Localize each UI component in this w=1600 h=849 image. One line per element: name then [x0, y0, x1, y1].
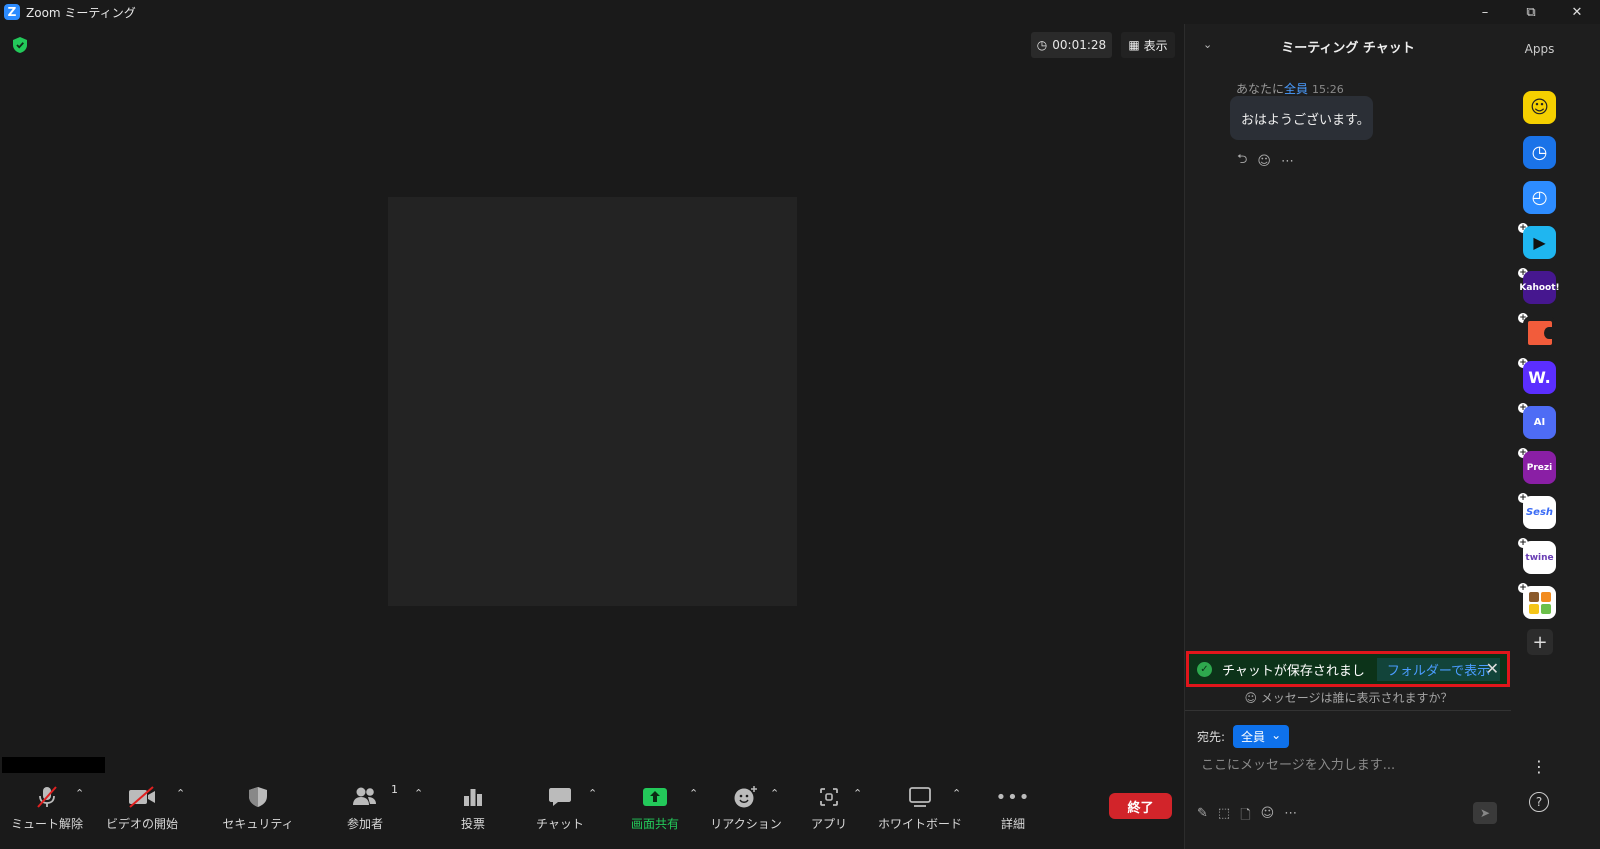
participants-icon	[353, 787, 376, 805]
chat-button[interactable]: チャット	[536, 781, 584, 841]
person-visibility-icon: ☺	[1244, 691, 1257, 705]
security-button[interactable]: セキュリティ	[222, 781, 294, 841]
chat-options-chevron-icon[interactable]: ⌃	[588, 787, 597, 800]
restore-icon[interactable]: ⧉	[1508, 0, 1554, 24]
minimize-icon[interactable]: –	[1462, 0, 1508, 24]
show-in-folder-link[interactable]: フォルダーで表示	[1376, 657, 1501, 681]
recipient-label: 宛先:	[1197, 730, 1226, 744]
app-coda-icon[interactable]	[1523, 316, 1556, 349]
share-screen-button[interactable]: 画面共有	[626, 781, 684, 841]
polls-button[interactable]: 投票	[450, 781, 496, 841]
chat-message-bubble[interactable]: おはようございます。	[1230, 96, 1373, 140]
app-twine-icon[interactable]: twine	[1523, 541, 1556, 574]
whiteboard-options-chevron-icon[interactable]: ⌃	[952, 787, 961, 800]
add-reaction-icon[interactable]: ☺	[1257, 154, 1271, 169]
chat-collapse-chevron-icon[interactable]: ⌄	[1203, 38, 1212, 51]
apps-icon	[820, 788, 838, 806]
video-options-chevron-icon[interactable]: ⌃	[176, 787, 185, 800]
apps-rail-title[interactable]: Apps	[1511, 42, 1568, 56]
view-button[interactable]: ▦ 表示	[1121, 32, 1175, 58]
meeting-chat-panel: ⌄ ミーティング チャット あなたに全員 15:26 おはようございます。 ⮌ ☺…	[1184, 24, 1512, 849]
window-title: Zoom ミーティング	[26, 5, 136, 20]
reactions-options-chevron-icon[interactable]: ⌃	[770, 787, 779, 800]
clock-icon: ◷	[1036, 38, 1048, 52]
timer-value: 00:01:28	[1052, 38, 1107, 52]
mic-muted-icon	[37, 786, 57, 808]
app-flip-icon[interactable]: ▶	[1523, 226, 1556, 259]
zoom-logo-icon: Z	[4, 4, 20, 20]
encryption-shield-icon[interactable]	[12, 36, 28, 54]
app-stopwatch-icon[interactable]: ◴	[1523, 181, 1556, 214]
share-screen-icon	[643, 788, 667, 806]
app-sesh-icon[interactable]: Sesh	[1523, 496, 1556, 529]
rail-more-icon[interactable]: ⋮	[1531, 757, 1547, 776]
message-time: 15:26	[1312, 83, 1344, 96]
who-can-see-link[interactable]: ☺ メッセージは誰に表示されますか？	[1185, 689, 1512, 706]
unmute-button[interactable]: ミュート解除	[11, 781, 83, 841]
divider	[1185, 710, 1512, 711]
compose-more-icon[interactable]: ⋯	[1284, 806, 1297, 828]
app-wooclap-icon[interactable]: W.	[1523, 361, 1556, 394]
close-icon[interactable]: ✕	[1554, 0, 1600, 24]
video-tile[interactable]	[388, 197, 797, 606]
title-bar: Z Zoom ミーティング – ⧉ ✕	[0, 0, 1600, 24]
chat-title: ミーティング チャット	[1281, 40, 1415, 56]
video-stage: ◷ 00:01:28 ▦ 表示	[0, 24, 1184, 780]
screenshot-icon[interactable]: ⬚	[1218, 806, 1230, 828]
app-ai-companion-icon[interactable]: AI	[1523, 406, 1556, 439]
emoji-icon[interactable]: ☺	[1261, 806, 1275, 828]
message-actions: ⮌ ☺ ⋯	[1237, 150, 1294, 172]
more-button[interactable]: ••• 詳細	[990, 781, 1036, 841]
app-blocks-icon[interactable]	[1523, 586, 1556, 619]
format-icon[interactable]: ✎	[1197, 806, 1208, 828]
message-recipient[interactable]: 全員	[1284, 82, 1308, 96]
send-icon: ➤	[1479, 806, 1491, 820]
recipient-row: 宛先: 全員 ⌄	[1197, 725, 1290, 748]
chat-bubble-icon	[549, 788, 571, 806]
participants-options-chevron-icon[interactable]: ⌃	[414, 787, 423, 800]
chat-header: ⌄ ミーティング チャット	[1185, 24, 1511, 68]
message-meta: あなたに全員 15:26	[1236, 82, 1344, 96]
whiteboard-icon	[909, 787, 931, 807]
app-prezi-icon[interactable]: Prezi	[1523, 451, 1556, 484]
message-input[interactable]: ここにメッセージを入力します...	[1201, 754, 1395, 773]
file-icon[interactable]: 🗋	[1240, 806, 1250, 828]
reaction-smile-icon	[734, 786, 757, 808]
toast-text: チャットが保存されまし	[1222, 663, 1365, 679]
app-timer-icon[interactable]: ◷	[1523, 136, 1556, 169]
share-options-chevron-icon[interactable]: ⌃	[689, 787, 698, 800]
end-meeting-button[interactable]: 終了	[1109, 793, 1172, 819]
add-app-button[interactable]: +	[1527, 629, 1553, 655]
video-off-icon	[129, 786, 155, 808]
toast-close-icon[interactable]: ✕	[1486, 659, 1499, 678]
help-icon[interactable]: ?	[1529, 792, 1549, 812]
message-more-icon[interactable]: ⋯	[1281, 154, 1294, 169]
meeting-toolbar: ミュート解除 ⌃ ビデオの開始 ⌃ セキュリティ 1 参加者 ⌃ 投票 チャット…	[0, 773, 1184, 849]
compose-toolbar: ✎ ⬚ 🗋 ☺ ⋯	[1197, 806, 1297, 828]
chat-saved-toast: ✓ チャットが保存されまし フォルダーで表示 ✕	[1186, 651, 1510, 687]
security-shield-icon	[249, 787, 267, 807]
bar-chart-icon	[464, 789, 482, 806]
grid-icon: ▦	[1128, 38, 1140, 52]
plus-icon: +	[1532, 631, 1548, 653]
reactions-button[interactable]: リアクション	[710, 781, 782, 841]
send-button[interactable]: ➤	[1473, 802, 1497, 824]
apps-options-chevron-icon[interactable]: ⌃	[853, 787, 862, 800]
app-emoji-icon[interactable]: ☺	[1523, 91, 1556, 124]
recipient-dropdown[interactable]: 全員 ⌄	[1233, 725, 1290, 748]
reply-icon[interactable]: ⮌	[1237, 150, 1247, 172]
apps-button[interactable]: アプリ	[806, 781, 852, 841]
chevron-down-icon: ⌄	[1271, 728, 1282, 742]
start-video-button[interactable]: ビデオの開始	[106, 781, 178, 841]
more-dots-icon: •••	[995, 786, 1031, 808]
participant-count: 1	[391, 783, 398, 796]
audio-options-chevron-icon[interactable]: ⌃	[75, 787, 84, 800]
success-check-icon: ✓	[1197, 661, 1212, 677]
whiteboard-button[interactable]: ホワイトボード	[878, 781, 962, 841]
app-kahoot-icon[interactable]: Kahoot!	[1519, 271, 1560, 304]
participants-button[interactable]: 1 参加者	[340, 781, 398, 841]
view-label: 表示	[1143, 38, 1168, 53]
apps-rail: Apps ☺ ◷ ◴ + ▶ + Kahoot! + + W. + AI + P…	[1511, 24, 1600, 849]
meeting-timer[interactable]: ◷ 00:01:28	[1031, 32, 1112, 58]
